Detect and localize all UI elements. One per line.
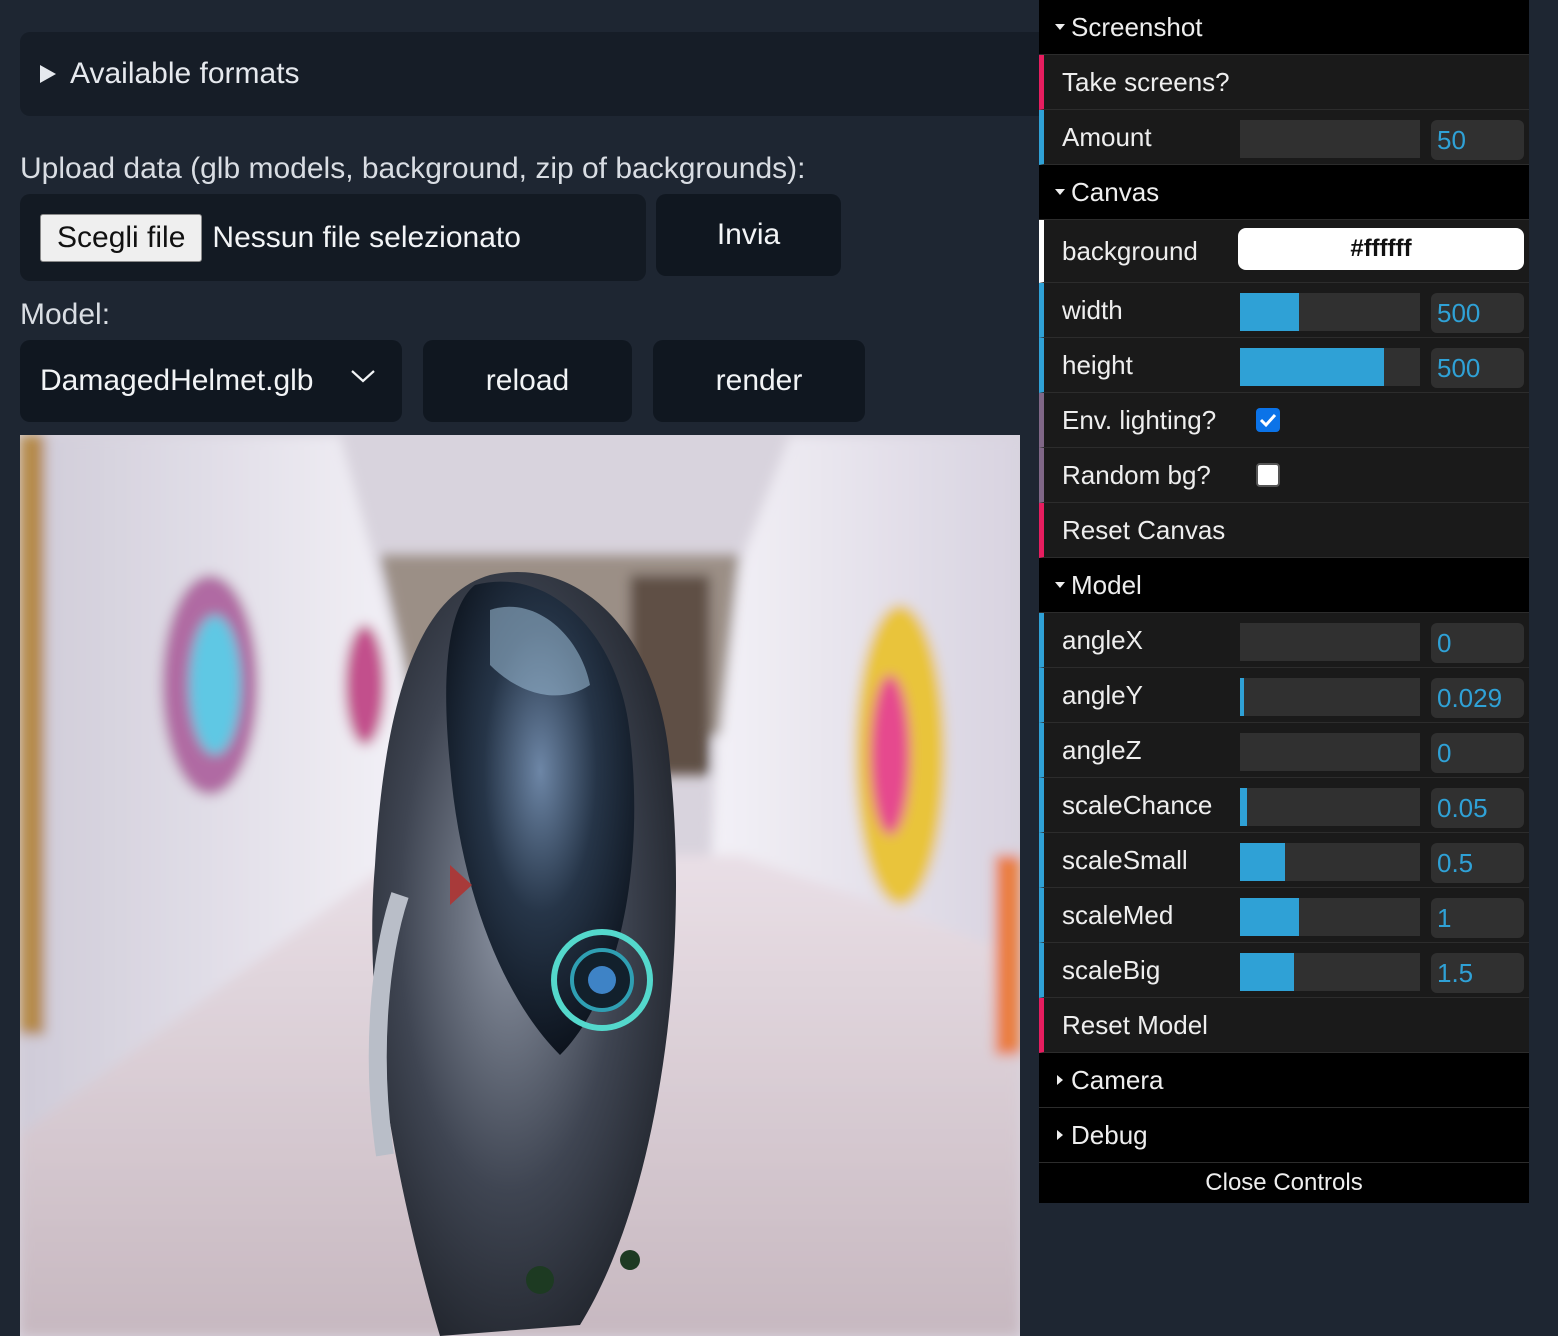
- close-controls-button[interactable]: Close Controls: [1039, 1163, 1529, 1203]
- folder-canvas[interactable]: Canvas: [1039, 165, 1529, 220]
- choose-file-button[interactable]: Scegli file: [40, 213, 203, 262]
- folder-camera-title: Camera: [1071, 1064, 1164, 1095]
- disclosure-triangle-icon: [40, 65, 56, 83]
- amount-label: Amount: [1062, 121, 1152, 152]
- upload-label: Upload data (glb models, background, zip…: [20, 152, 806, 185]
- caret-down-icon: [1049, 23, 1071, 31]
- width-label: width: [1062, 294, 1123, 325]
- submit-button[interactable]: Invia: [656, 194, 841, 276]
- param-label: scaleBig: [1062, 954, 1161, 985]
- reset-canvas-label: Reset Canvas: [1062, 514, 1226, 545]
- background-control: background #ffffff: [1039, 220, 1529, 283]
- param-row: angleZ 0: [1039, 723, 1529, 778]
- param-row: scaleChance 0.05: [1039, 778, 1529, 833]
- env-lighting-checkbox[interactable]: [1256, 408, 1280, 432]
- folder-debug-title: Debug: [1071, 1119, 1148, 1150]
- height-control: height 500: [1039, 338, 1529, 393]
- param-slider[interactable]: [1240, 733, 1420, 771]
- reset-canvas-button[interactable]: Reset Canvas: [1039, 503, 1529, 558]
- folder-model-title: Model: [1071, 569, 1142, 600]
- param-label: scaleMed: [1062, 899, 1174, 930]
- param-input[interactable]: 0.05: [1431, 788, 1524, 828]
- file-input[interactable]: Scegli file Nessun file selezionato: [20, 194, 646, 281]
- amount-input[interactable]: 50: [1431, 120, 1524, 160]
- env-lighting-label: Env. lighting?: [1062, 404, 1217, 435]
- param-row: angleY 0.029: [1039, 668, 1529, 723]
- model-select-value: DamagedHelmet.glb: [40, 364, 314, 397]
- folder-canvas-title: Canvas: [1071, 176, 1160, 207]
- width-slider[interactable]: [1240, 293, 1420, 331]
- param-row: scaleMed 1: [1039, 888, 1529, 943]
- model-params: angleX 0 angleY 0.029 angleZ 0 scaleChan…: [1039, 613, 1529, 998]
- model-label: Model:: [20, 298, 111, 331]
- file-status: Nessun file selezionato: [212, 220, 521, 254]
- param-input[interactable]: 1.5: [1431, 953, 1524, 993]
- width-input[interactable]: 500: [1431, 293, 1524, 333]
- folder-screenshot[interactable]: Screenshot: [1039, 0, 1529, 55]
- render-button[interactable]: render: [653, 340, 865, 422]
- folder-screenshot-title: Screenshot: [1071, 11, 1203, 42]
- param-row: scaleBig 1.5: [1039, 943, 1529, 998]
- available-formats-summary[interactable]: Available formats: [20, 32, 1080, 116]
- param-slider[interactable]: [1240, 678, 1420, 716]
- random-bg-checkbox[interactable]: [1256, 463, 1280, 487]
- caret-right-icon: [1049, 1074, 1071, 1086]
- param-input[interactable]: 1: [1431, 898, 1524, 938]
- param-input[interactable]: 0: [1431, 733, 1524, 773]
- env-lighting-control: Env. lighting?: [1039, 393, 1529, 448]
- caret-down-icon: [1049, 188, 1071, 196]
- param-row: scaleSmall 0.5: [1039, 833, 1529, 888]
- param-input[interactable]: 0.5: [1431, 843, 1524, 883]
- reset-model-button[interactable]: Reset Model: [1039, 998, 1529, 1053]
- random-bg-label: Random bg?: [1062, 459, 1211, 490]
- param-slider[interactable]: [1240, 843, 1420, 881]
- folder-model[interactable]: Model: [1039, 558, 1529, 613]
- random-bg-control: Random bg?: [1039, 448, 1529, 503]
- width-control: width 500: [1039, 283, 1529, 338]
- background-label: background: [1062, 235, 1198, 266]
- chevron-down-icon: [351, 370, 375, 383]
- param-input[interactable]: 0: [1431, 623, 1524, 663]
- param-label: angleZ: [1062, 734, 1142, 765]
- amount-control: Amount 50: [1039, 110, 1529, 165]
- param-label: scaleChance: [1062, 789, 1213, 820]
- caret-right-icon: [1049, 1129, 1071, 1141]
- available-formats-label: Available formats: [70, 57, 300, 90]
- checkmark-icon: [1259, 413, 1277, 428]
- height-input[interactable]: 500: [1431, 348, 1524, 388]
- height-label: height: [1062, 349, 1133, 380]
- controls-panel: Screenshot Take screens? Amount 50 Canva…: [1039, 0, 1529, 1203]
- take-screens-button[interactable]: Take screens?: [1039, 55, 1529, 110]
- model-select[interactable]: DamagedHelmet.glb: [20, 340, 402, 422]
- folder-camera[interactable]: Camera: [1039, 1053, 1529, 1108]
- param-slider[interactable]: [1240, 953, 1420, 991]
- param-slider[interactable]: [1240, 623, 1420, 661]
- helmet-render-image: [20, 435, 1020, 1336]
- param-slider[interactable]: [1240, 898, 1420, 936]
- take-screens-label: Take screens?: [1062, 66, 1230, 97]
- param-slider[interactable]: [1240, 788, 1420, 826]
- param-input[interactable]: 0.029: [1431, 678, 1524, 718]
- reset-model-label: Reset Model: [1062, 1009, 1208, 1040]
- param-row: angleX 0: [1039, 613, 1529, 668]
- caret-down-icon: [1049, 581, 1071, 589]
- param-label: scaleSmall: [1062, 844, 1188, 875]
- height-slider[interactable]: [1240, 348, 1420, 386]
- amount-slider[interactable]: [1240, 120, 1420, 158]
- reload-button[interactable]: reload: [423, 340, 632, 422]
- param-label: angleX: [1062, 624, 1143, 655]
- folder-debug[interactable]: Debug: [1039, 1108, 1529, 1163]
- background-color-input[interactable]: #ffffff: [1238, 228, 1524, 270]
- param-label: angleY: [1062, 679, 1143, 710]
- render-canvas[interactable]: [20, 435, 1020, 1336]
